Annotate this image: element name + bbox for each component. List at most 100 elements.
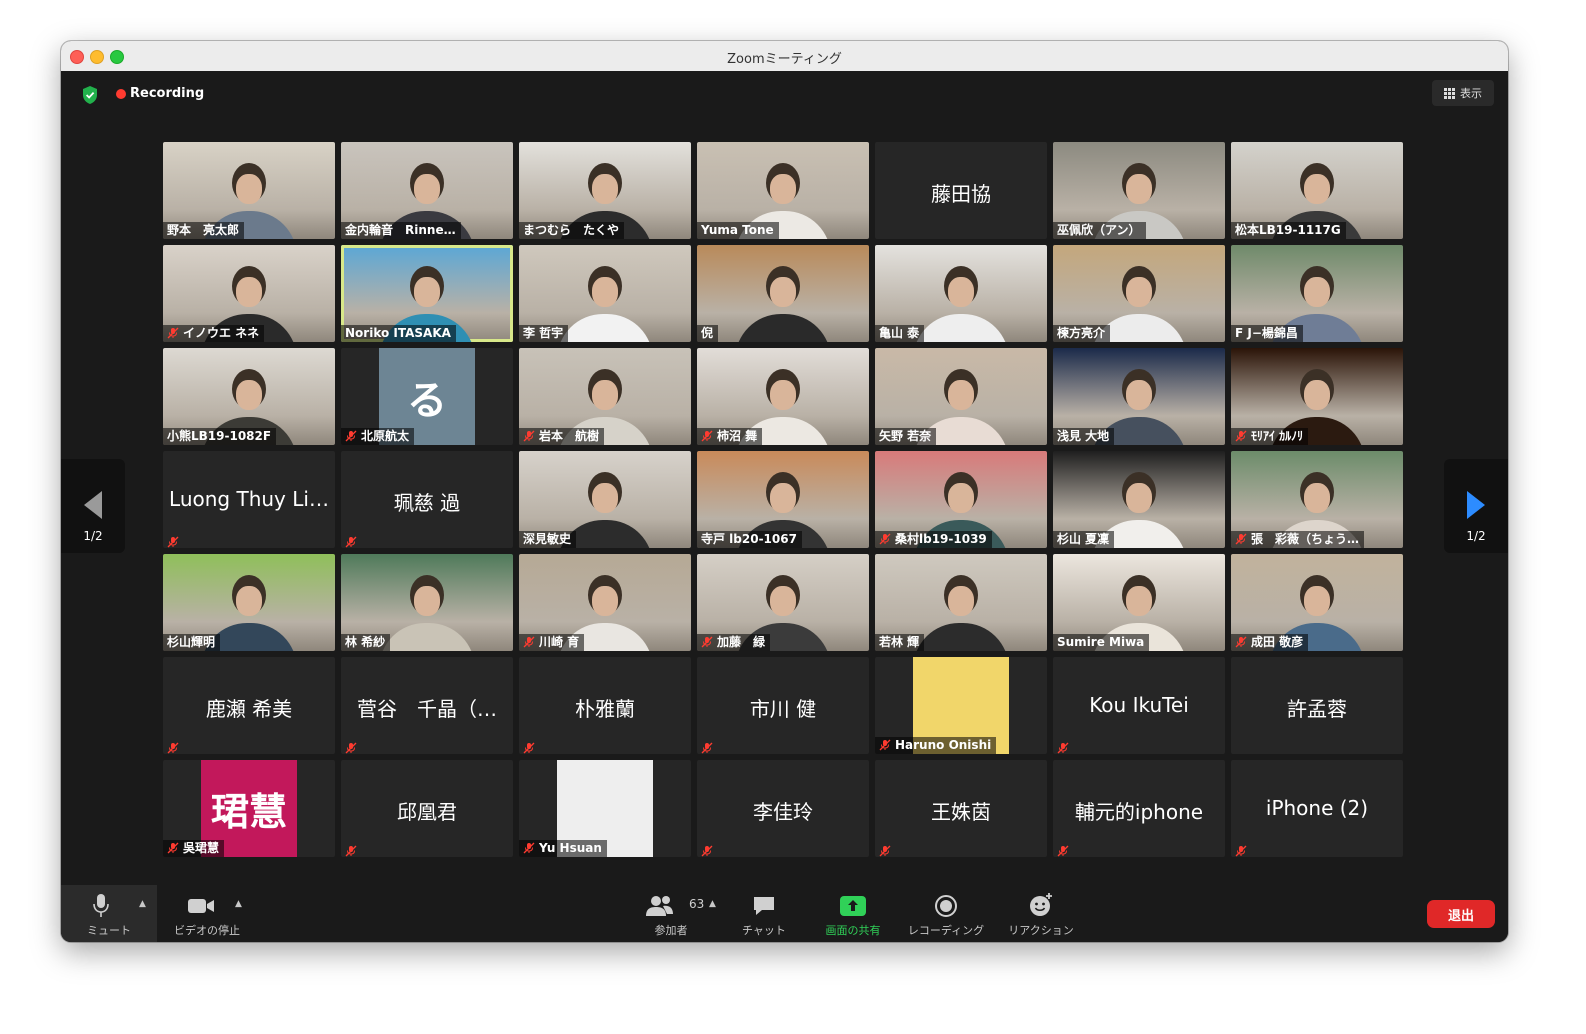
participant-tile[interactable]: 杉山 夏凜: [1053, 451, 1225, 548]
participant-tile[interactable]: 珮慈 過: [341, 451, 513, 548]
previous-page-button[interactable]: 1/2: [61, 459, 125, 553]
participant-tile[interactable]: iPhone (2): [1231, 760, 1403, 857]
participant-tile[interactable]: まつむら たくや: [519, 142, 691, 239]
participant-tile[interactable]: Noriko ITASAKA: [341, 245, 513, 342]
muted-mic-icon: [345, 842, 357, 857]
participant-tile[interactable]: 楝方亮介: [1053, 245, 1225, 342]
participant-tile[interactable]: 柿沼 舞: [697, 348, 869, 445]
participant-tile[interactable]: Yuma Tone: [697, 142, 869, 239]
record-icon: [935, 895, 957, 917]
arrow-left-icon: [84, 491, 102, 519]
participant-tile[interactable]: 寺戸 lb20-1067: [697, 451, 869, 548]
participant-tile[interactable]: Sumire Miwa: [1053, 554, 1225, 651]
participant-tile[interactable]: 成田 敬彦: [1231, 554, 1403, 651]
participant-name-label: 杉山輝明: [167, 635, 216, 649]
participant-tile[interactable]: 邱凰君: [341, 760, 513, 857]
participant-tile[interactable]: Haruno Onishi: [875, 657, 1047, 754]
participant-tile[interactable]: 小熊LB19-1082F: [163, 348, 335, 445]
muted-mic-icon: [1235, 430, 1247, 442]
participants-button[interactable]: 63 ▲ 参加者: [629, 885, 716, 942]
window-title: Zoomミーティング: [727, 52, 842, 67]
recording-label[interactable]: Recording: [130, 86, 204, 101]
participant-tile[interactable]: 藤田協: [875, 142, 1047, 239]
mute-button[interactable]: ▲ ミュート: [61, 885, 157, 942]
view-button[interactable]: 表示: [1432, 80, 1494, 106]
participant-name-label: 亀山 泰: [879, 326, 920, 340]
share-screen-icon: [840, 896, 866, 916]
participant-name-tag: 張 彩薇（ちょう…: [1231, 531, 1365, 548]
participant-name-label: 松本LB19-1117G: [1235, 223, 1341, 237]
participant-name-label: 加藤 緑: [717, 635, 766, 649]
mute-options-caret-icon[interactable]: ▲: [139, 899, 146, 909]
record-button[interactable]: レコーディング: [901, 885, 991, 942]
participant-tile[interactable]: 浅見 大地: [1053, 348, 1225, 445]
participant-tile[interactable]: 李佳玲: [697, 760, 869, 857]
participant-tile[interactable]: 鹿瀬 希美: [163, 657, 335, 754]
participant-tile[interactable]: 加藤 緑: [697, 554, 869, 651]
participant-tile[interactable]: 朴雅蘭: [519, 657, 691, 754]
participant-tile[interactable]: 若林 輝: [875, 554, 1047, 651]
gallery-grid-icon: [1444, 87, 1455, 99]
participant-tile[interactable]: 市川 健: [697, 657, 869, 754]
participant-name-label: 成田 敬彦: [1251, 635, 1304, 649]
title-bar: Zoomミーティング: [61, 41, 1508, 72]
page-indicator-left: 1/2: [83, 529, 103, 543]
reactions-button[interactable]: リアクション: [1001, 885, 1081, 942]
participant-name-tag: 杉山輝明: [163, 634, 221, 651]
participant-silhouette-face: [948, 380, 974, 410]
muted-mic-icon: [701, 636, 713, 648]
participant-name-tag: 岩本 航樹: [519, 428, 605, 445]
participant-tile[interactable]: 王姝茵: [875, 760, 1047, 857]
participant-tile[interactable]: Luong Thuy Li…: [163, 451, 335, 548]
participant-tile[interactable]: ﾓﾘｱｲ ｶﾙﾉﾘ: [1231, 348, 1403, 445]
security-shield-icon[interactable]: [81, 85, 99, 105]
muted-mic-icon: [167, 739, 179, 754]
share-screen-button[interactable]: 画面の共有: [813, 885, 893, 942]
share-screen-label: 画面の共有: [825, 924, 881, 937]
participant-tile[interactable]: る北原航太: [341, 348, 513, 445]
participant-tile[interactable]: 岩本 航樹: [519, 348, 691, 445]
participant-tile[interactable]: 倪: [697, 245, 869, 342]
participants-icon: [646, 896, 673, 916]
participant-tile[interactable]: 矢野 若奈: [875, 348, 1047, 445]
participant-tile[interactable]: 許孟蓉: [1231, 657, 1403, 754]
participant-tile[interactable]: 菅谷 千晶（…: [341, 657, 513, 754]
participant-tile[interactable]: 珺慧 吳珺慧: [163, 760, 335, 857]
participant-tile[interactable]: 輔元的iphone: [1053, 760, 1225, 857]
participant-tile[interactable]: 亀山 泰: [875, 245, 1047, 342]
chat-button[interactable]: チャット: [729, 885, 799, 942]
participant-tile[interactable]: 李 哲宇: [519, 245, 691, 342]
participant-silhouette-face: [236, 586, 262, 616]
participant-tile[interactable]: Kou IkuTei: [1053, 657, 1225, 754]
participant-name-label: Yu Hsuan: [539, 841, 602, 855]
participant-tile[interactable]: 金内輪音 Rinne…: [341, 142, 513, 239]
participant-tile[interactable]: 巫佩欣（アン）: [1053, 142, 1225, 239]
participant-name-tag: Yuma Tone: [697, 222, 779, 239]
participants-options-caret-icon[interactable]: ▲: [709, 899, 716, 909]
recording-dot-icon: [116, 89, 126, 99]
participant-name-tag: Haruno Onishi: [875, 737, 997, 754]
participant-tile[interactable]: 林 希紗: [341, 554, 513, 651]
participant-name-label: 深見敏史: [523, 532, 572, 546]
participant-tile[interactable]: 野本 亮太郎: [163, 142, 335, 239]
participant-name-tag: Yu Hsuan: [519, 840, 607, 857]
participant-tile[interactable]: 桑村lb19-1039: [875, 451, 1047, 548]
participant-silhouette-face: [592, 483, 618, 513]
participant-tile[interactable]: 松本LB19-1117G: [1231, 142, 1403, 239]
participant-tile[interactable]: 川崎 育: [519, 554, 691, 651]
video-options-caret-icon[interactable]: ▲: [235, 899, 242, 909]
participant-silhouette-face: [1126, 586, 1152, 616]
participant-tile[interactable]: Yu Hsuan: [519, 760, 691, 857]
participant-tile[interactable]: 深見敏史: [519, 451, 691, 548]
participant-tile[interactable]: 張 彩薇（ちょう…: [1231, 451, 1403, 548]
participant-name-label: 巫佩欣（アン）: [1057, 223, 1141, 237]
participant-tile[interactable]: イノウエ ネネ: [163, 245, 335, 342]
stop-video-button[interactable]: ▲ ビデオの停止: [159, 885, 255, 942]
participant-name-label: 矢野 若奈: [879, 429, 932, 443]
participant-tile[interactable]: 杉山輝明: [163, 554, 335, 651]
leave-meeting-button[interactable]: 退出: [1427, 900, 1495, 928]
participant-tile[interactable]: F J−楊錦昌: [1231, 245, 1403, 342]
participant-silhouette-face: [592, 380, 618, 410]
participant-name-tag: ﾓﾘｱｲ ｶﾙﾉﾘ: [1231, 428, 1309, 445]
next-page-button[interactable]: 1/2: [1444, 459, 1508, 553]
